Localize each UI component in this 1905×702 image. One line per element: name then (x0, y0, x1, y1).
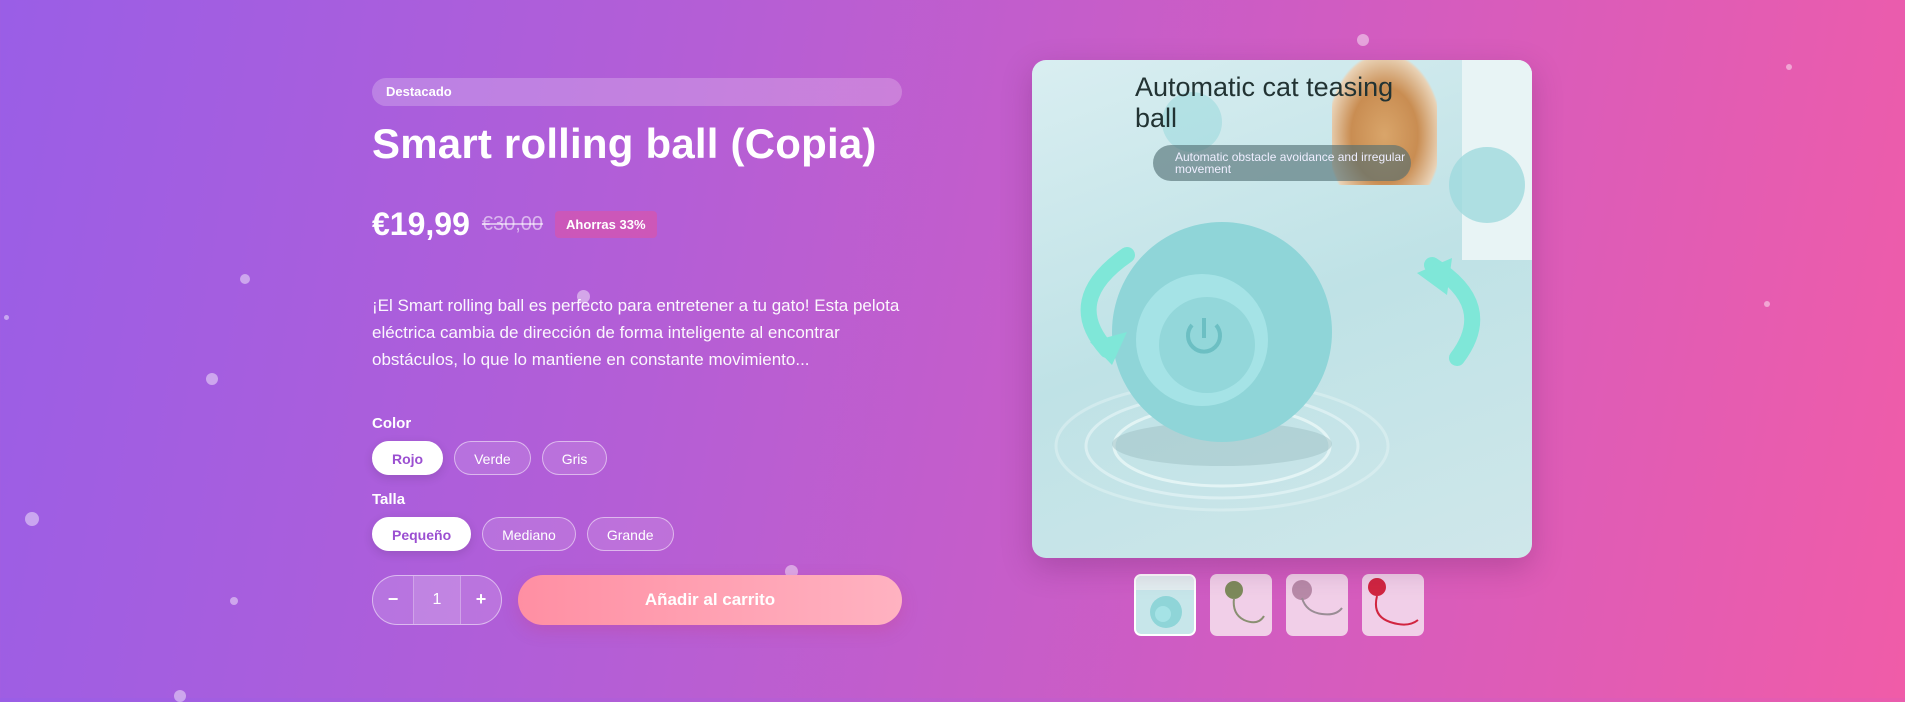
thumbnail-gray-ball-icon (1292, 580, 1343, 616)
size-label: Talla (372, 491, 406, 509)
thumbnail-red-ball-icon (1368, 578, 1419, 626)
savings-badge: Ahorras 33% (555, 210, 657, 238)
quantity-value[interactable]: 1 (413, 576, 461, 625)
image-caption-subtitle: Automatic obstacle avoidance and irregul… (1153, 145, 1411, 181)
quantity-stepper: − 1 + (372, 575, 502, 626)
size-option-mediano[interactable]: Mediano (482, 517, 576, 552)
product-info: Destacado Smart rolling ball (Copia) €19… (372, 78, 902, 626)
product-gallery: Automatic cat teasing ball Automatic obs… (1032, 60, 1532, 636)
color-option-verde[interactable]: Verde (454, 441, 531, 476)
add-to-cart-button[interactable]: Añadir al carrito (518, 575, 902, 626)
image-caption-title: Automatic cat teasing ball (1135, 72, 1394, 133)
size-options: Pequeño Mediano Grande (372, 517, 902, 552)
thumbnail-4[interactable] (1362, 574, 1424, 636)
color-label: Color (372, 415, 412, 433)
product-description: ¡El Smart rolling ball es perfecto para … (372, 296, 900, 370)
color-option-gris[interactable]: Gris (541, 441, 608, 476)
color-options: Rojo Verde Gris (372, 441, 902, 476)
original-price: €30,00 (481, 212, 544, 235)
size-option-grande[interactable]: Grande (586, 517, 674, 552)
quantity-decrease-button[interactable]: − (373, 576, 413, 624)
thumbnail-strip (1134, 574, 1532, 636)
rolling-ball-illustration (1054, 92, 1525, 512)
featured-badge: Destacado (372, 78, 902, 106)
size-option-pequeno[interactable]: Pequeño (372, 517, 472, 552)
product-title: Smart rolling ball (Copia) (372, 120, 877, 167)
cart-row: − 1 + Añadir al carrito (372, 575, 902, 626)
thumbnail-1[interactable] (1134, 574, 1196, 636)
main-product-image[interactable]: Automatic cat teasing ball Automatic obs… (1032, 60, 1532, 558)
thumbnail-3[interactable] (1286, 574, 1348, 636)
product-section: Destacado Smart rolling ball (Copia) €19… (0, 0, 1905, 698)
thumbnail-blue-ball-icon (1136, 576, 1194, 628)
current-price: €19,99 (372, 205, 470, 242)
thumbnail-2[interactable] (1210, 574, 1272, 636)
price-row: €19,99 €30,00 Ahorras 33% (372, 204, 902, 244)
thumbnail-green-ball-icon (1225, 581, 1265, 624)
color-option-rojo[interactable]: Rojo (372, 441, 444, 476)
quantity-increase-button[interactable]: + (461, 576, 501, 624)
